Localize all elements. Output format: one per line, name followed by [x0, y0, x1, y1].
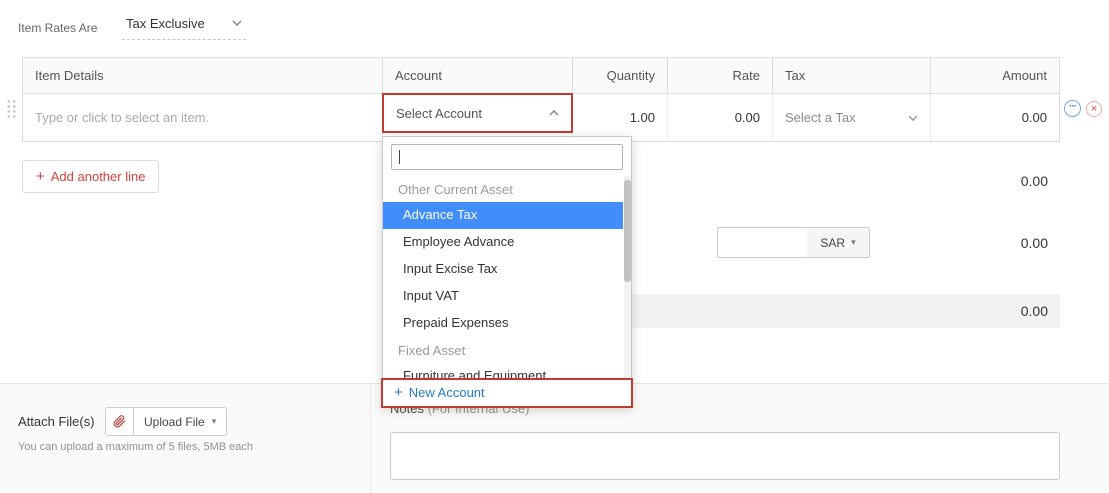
- rate-value: 0.00: [723, 110, 772, 125]
- amount-value: 0.00: [1010, 110, 1059, 125]
- item-details-input[interactable]: [23, 110, 382, 125]
- attach-files-label: Attach File(s): [18, 414, 95, 429]
- column-header-account: Account: [383, 58, 573, 93]
- plus-icon: +: [394, 385, 403, 400]
- account-search-input[interactable]: [391, 144, 623, 170]
- scrollbar-track[interactable]: [624, 176, 631, 378]
- notes-textarea[interactable]: [390, 432, 1060, 480]
- quantity-cell[interactable]: 1.00: [573, 94, 668, 141]
- column-header-tax: Tax: [773, 58, 931, 93]
- row-actions: ··· ×: [1064, 100, 1102, 117]
- line-items-table: Item Details Account Quantity Rate Tax A…: [22, 57, 1060, 142]
- footer-divider: [370, 384, 371, 493]
- account-select[interactable]: Select Account: [382, 93, 573, 133]
- subtotal-amount: 0.00: [900, 173, 1048, 189]
- remove-row-icon[interactable]: ×: [1086, 101, 1102, 117]
- currency-select[interactable]: SAR ▾: [807, 227, 870, 258]
- text-cursor: [399, 150, 400, 164]
- add-line-button[interactable]: + Add another line: [22, 160, 159, 193]
- column-header-amount: Amount: [931, 58, 1059, 93]
- account-dropdown: Other Current Asset Advance Tax Employee…: [382, 136, 632, 407]
- account-option-employee-advance[interactable]: Employee Advance: [383, 229, 623, 256]
- tax-select[interactable]: Select a Tax: [773, 94, 931, 141]
- account-option-input-vat[interactable]: Input VAT: [383, 283, 623, 310]
- account-option-input-excise-tax[interactable]: Input Excise Tax: [383, 256, 623, 283]
- line-item-row: Select Account 1.00 0.00 Select a Tax 0.…: [22, 94, 1060, 142]
- chevron-down-icon: [908, 115, 918, 121]
- upload-file-label: Upload File: [144, 415, 205, 429]
- plus-icon: +: [36, 169, 45, 184]
- item-rates-value: Tax Exclusive: [126, 16, 205, 31]
- row-drag-handle[interactable]: [6, 99, 17, 118]
- account-option-furniture-and-equipment[interactable]: Furniture and Equipment: [383, 363, 623, 378]
- rate-cell[interactable]: 0.00: [668, 94, 773, 141]
- adjustment-input[interactable]: [717, 227, 808, 258]
- amount-cell: 0.00: [931, 94, 1059, 141]
- column-header-quantity: Quantity: [573, 58, 668, 93]
- account-group-other-current-asset: Other Current Asset: [383, 176, 631, 202]
- more-actions-icon[interactable]: ···: [1064, 100, 1081, 117]
- total-amount: 0.00: [1021, 303, 1048, 319]
- chevron-up-icon: [549, 110, 559, 116]
- paperclip-icon: [113, 415, 126, 428]
- column-header-item-details: Item Details: [23, 58, 383, 93]
- new-account-label: New Account: [409, 385, 485, 400]
- adjustment-amount: 0.00: [900, 235, 1048, 251]
- item-details-cell: [23, 94, 383, 141]
- account-option-prepaid-expenses[interactable]: Prepaid Expenses: [383, 310, 623, 337]
- new-account-button[interactable]: + New Account: [383, 378, 631, 406]
- add-line-label: Add another line: [51, 169, 146, 184]
- account-search: [383, 137, 631, 176]
- account-list: Other Current Asset Advance Tax Employee…: [383, 176, 631, 378]
- item-rates-select[interactable]: Tax Exclusive: [122, 13, 246, 40]
- quantity-value: 1.00: [618, 110, 667, 125]
- tax-select-value: Select a Tax: [785, 110, 856, 125]
- upload-hint: You can upload a maximum of 5 files, 5MB…: [18, 441, 253, 453]
- scrollbar-thumb[interactable]: [624, 180, 631, 282]
- total-row: 0.00: [560, 294, 1060, 328]
- upload-file-button[interactable]: Upload File ▾: [134, 408, 226, 435]
- caret-down-icon: ▾: [212, 416, 217, 427]
- account-option-advance-tax[interactable]: Advance Tax: [383, 202, 623, 229]
- column-header-rate: Rate: [668, 58, 773, 93]
- chevron-down-icon: [232, 20, 242, 26]
- account-select-value: Select Account: [396, 106, 482, 121]
- attach-paperclip-button[interactable]: [106, 408, 134, 435]
- upload-file-control: Upload File ▾: [105, 407, 227, 436]
- currency-value: SAR: [820, 236, 845, 250]
- caret-down-icon: ▾: [851, 237, 856, 248]
- account-cell: Select Account: [383, 94, 573, 141]
- account-group-fixed-asset: Fixed Asset: [383, 337, 631, 363]
- table-header: Item Details Account Quantity Rate Tax A…: [22, 57, 1060, 94]
- item-rates-label: Item Rates Are: [18, 21, 97, 35]
